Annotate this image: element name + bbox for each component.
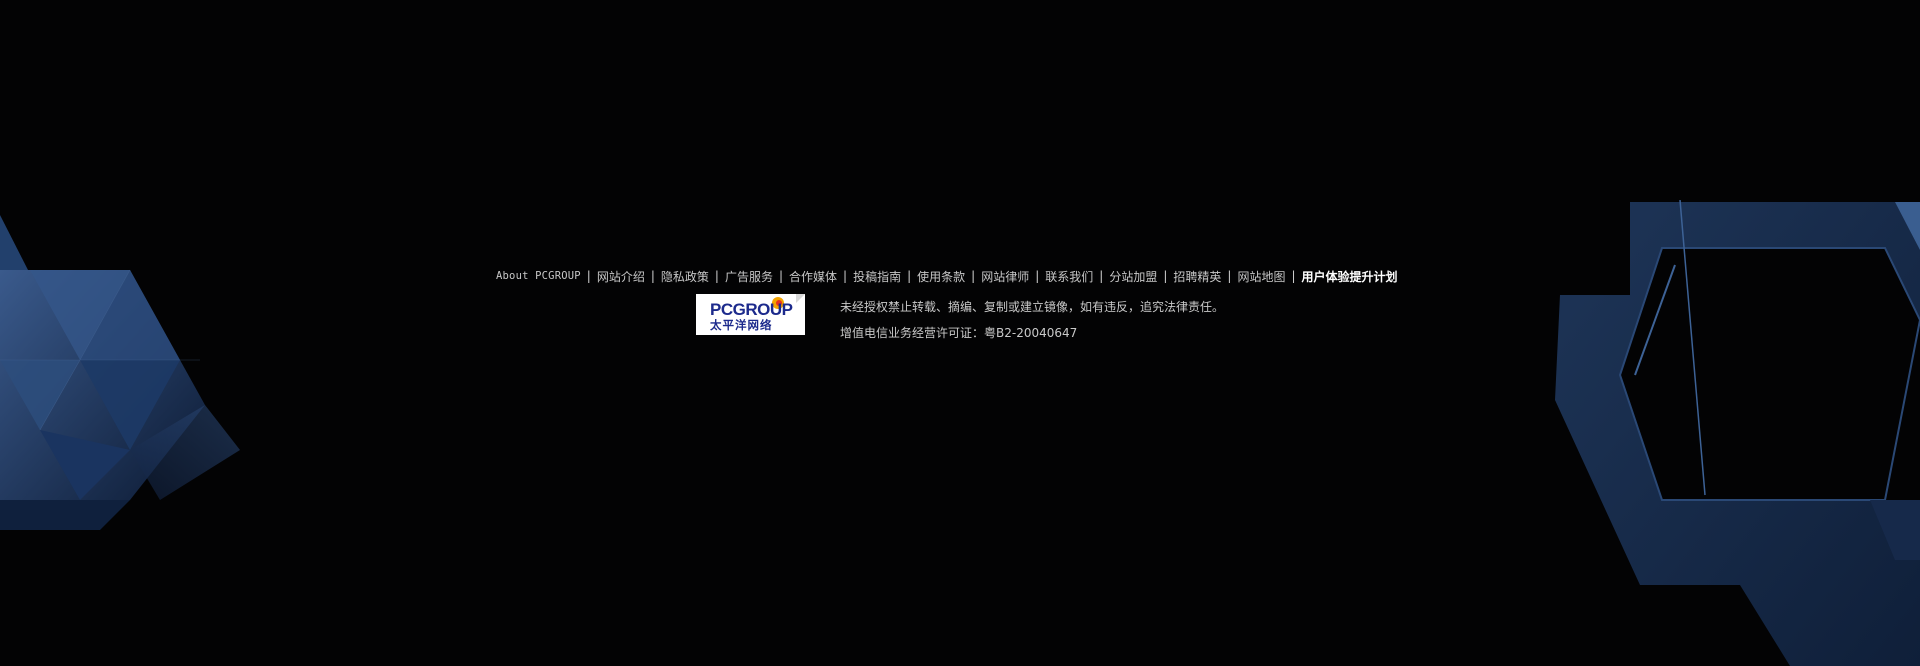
footer-separator: |: [971, 269, 976, 283]
logo-chinese-text: 太平洋网络: [710, 318, 773, 332]
footer-separator: |: [778, 269, 784, 283]
footer-link-submission-guide[interactable]: 投稿指南: [853, 268, 901, 285]
decorative-left-geometry: [0, 215, 240, 530]
footer-separator: |: [907, 269, 912, 283]
footer-nav: About PCGROUP | 网站介绍 | 隐私政策 | 广告服务 | 合作媒…: [496, 266, 1426, 286]
footer-separator: |: [1035, 269, 1040, 283]
copyright-notice: 未经授权禁止转载、摘编、复制或建立镜像，如有违反，追究法律责任。: [840, 300, 1225, 314]
page-footer-area: About PCGROUP | 网站介绍 | 隐私政策 | 广告服务 | 合作媒…: [0, 0, 1920, 666]
footer-link-franchise[interactable]: 分站加盟: [1109, 268, 1157, 285]
footer-link-contact[interactable]: 联系我们: [1045, 268, 1093, 285]
footer-link-site-intro[interactable]: 网站介绍: [597, 268, 645, 285]
pcgroup-logo[interactable]: PCGROUP 太平洋网络: [696, 294, 805, 335]
license-number: 增值电信业务经营许可证：粤B2-20040647: [840, 326, 1078, 340]
footer-link-partner-media[interactable]: 合作媒体: [789, 268, 837, 285]
decorative-right-geometry: [1555, 200, 1920, 666]
logo-corner-fold: [796, 294, 805, 303]
footer-link-careers[interactable]: 招聘精英: [1173, 268, 1221, 285]
footer-separator: |: [843, 269, 848, 283]
footer-separator: |: [586, 269, 591, 283]
footer-link-ux-program[interactable]: 用户体验提升计划: [1302, 268, 1398, 285]
footer-link-terms[interactable]: 使用条款: [917, 268, 965, 285]
footer-separator: |: [1099, 269, 1104, 283]
footer-separator: |: [650, 269, 655, 283]
footer-link-about[interactable]: About PCGROUP: [496, 270, 581, 282]
footer-separator: |: [714, 269, 719, 283]
footer-link-lawyer[interactable]: 网站律师: [981, 268, 1029, 285]
footer-separator: |: [1291, 269, 1296, 283]
footer-separator: |: [1163, 269, 1168, 283]
footer-link-privacy[interactable]: 隐私政策: [661, 268, 709, 285]
footer-separator: |: [1227, 269, 1232, 283]
footer-link-ad-service[interactable]: 广告服务: [725, 268, 773, 285]
logo-brand-text: PCGROUP: [710, 300, 793, 319]
footer-link-sitemap[interactable]: 网站地图: [1237, 268, 1285, 285]
